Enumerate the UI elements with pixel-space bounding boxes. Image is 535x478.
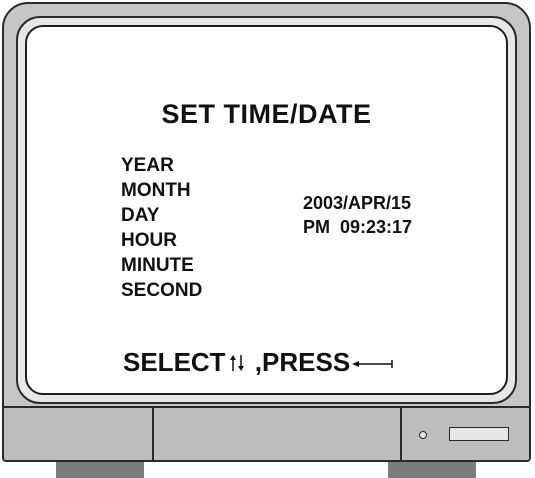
- monitor-foot-right: [388, 462, 476, 478]
- power-led-icon: [419, 431, 427, 439]
- menu-title: SET TIME/DATE: [161, 99, 372, 129]
- base-divider-left: [152, 408, 154, 460]
- footer-instructions: SELECT ,PRESS: [123, 347, 394, 378]
- field-day[interactable]: DAY: [121, 203, 202, 228]
- field-list: YEAR MONTH DAY HOUR MINUTE SECOND: [121, 153, 202, 303]
- crt-monitor: SET TIME/DATE YEAR MONTH DAY HOUR MINUTE…: [2, 2, 531, 462]
- monitor-foot-left: [56, 462, 144, 478]
- press-label: ,PRESS: [247, 347, 351, 377]
- field-hour[interactable]: HOUR: [121, 228, 202, 253]
- field-year[interactable]: YEAR: [121, 153, 202, 178]
- monitor-base-panel: [4, 406, 529, 460]
- time-value: PM 09:23:17: [303, 217, 413, 237]
- field-minute[interactable]: MINUTE: [121, 253, 202, 278]
- select-label: SELECT: [123, 347, 226, 377]
- monitor-bezel: SET TIME/DATE YEAR MONTH DAY HOUR MINUTE…: [16, 16, 517, 404]
- disc-slot: [449, 427, 509, 441]
- up-down-arrows-icon: [229, 354, 244, 371]
- enter-arrow-icon: [352, 359, 393, 368]
- field-month[interactable]: MONTH: [121, 178, 202, 203]
- field-second[interactable]: SECOND: [121, 278, 202, 303]
- base-divider-right: [400, 408, 402, 460]
- osd-screen: SET TIME/DATE YEAR MONTH DAY HOUR MINUTE…: [25, 25, 508, 395]
- date-value: 2003/APR/15: [303, 193, 412, 213]
